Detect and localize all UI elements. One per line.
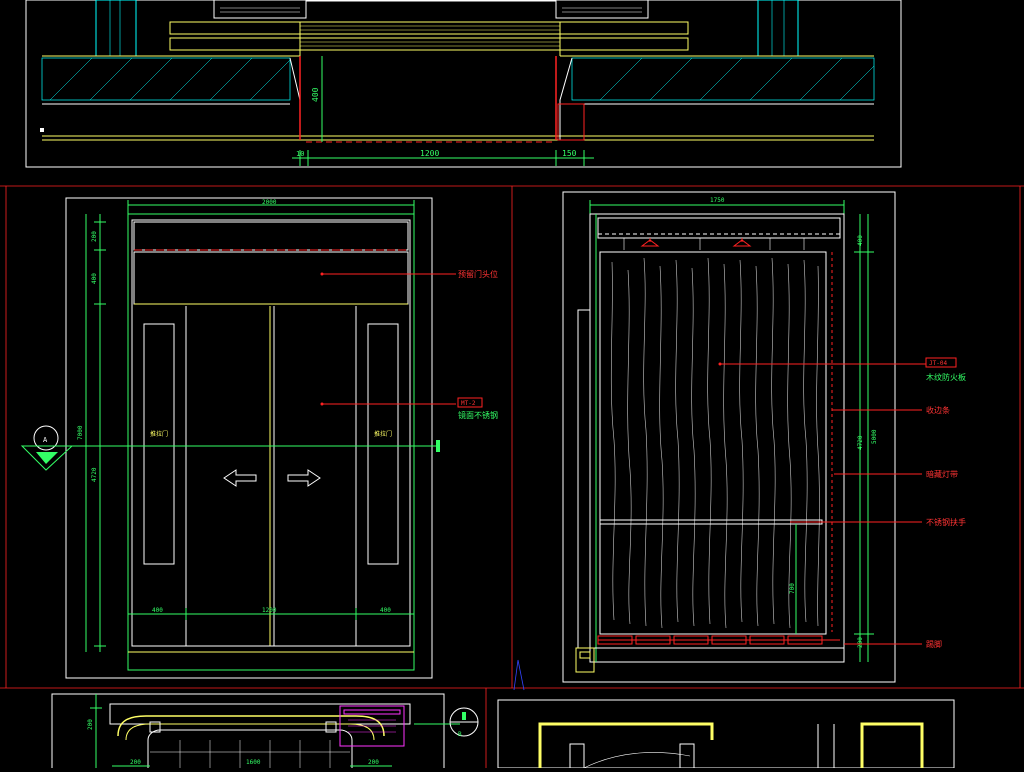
slab-right — [571, 57, 875, 101]
side-note-3: 暗藏灯带 — [926, 469, 958, 479]
front-elevation: 2000 推拉门 推拉门 A 200 400 4720 7000 400 120… — [20, 197, 498, 679]
stainless-handrail — [599, 519, 823, 525]
front-section-mark: A — [43, 436, 48, 444]
side-vdim-5: 200 — [857, 637, 864, 648]
arrow-right-icon — [287, 469, 321, 487]
yellow-frame-right — [860, 722, 924, 768]
bottom-right-elevation — [497, 699, 955, 769]
front-vdim-4: 7000 — [77, 425, 84, 440]
side-note-5: 踢脚 — [926, 639, 942, 649]
front-top-dim: 2000 — [262, 199, 277, 206]
front-bdim-2: 1200 — [262, 607, 277, 614]
track-upper — [169, 21, 689, 35]
detail-dim-3: 1600 — [246, 759, 261, 766]
door-leaf-right-plan — [555, 0, 649, 19]
detail-section-mark: B — [458, 731, 462, 738]
side-vdim-4: 700 — [789, 583, 796, 594]
dim-left-label: 10 — [296, 150, 304, 158]
front-vdim-3: 4720 — [91, 467, 98, 482]
front-vdim-1: 200 — [91, 231, 98, 242]
dim-depth-label: 400 — [311, 87, 320, 102]
front-note-1: 预留门头位 — [458, 269, 498, 279]
wall-column-left — [95, 0, 137, 57]
wall-column-right — [757, 0, 799, 57]
side-vdim-2: 4720 — [857, 435, 864, 450]
top-plan-view: 400 10 1200 150 — [25, 0, 902, 168]
handle-text-left: 推拉门 — [150, 430, 168, 438]
track-lower — [169, 37, 689, 51]
side-note-4: 不锈钢扶手 — [926, 517, 966, 527]
side-top-dim: 1750 — [710, 197, 725, 204]
side-vdim-1: 400 — [857, 235, 864, 246]
blue-reference-mark — [513, 659, 525, 691]
detail-dim-1: 200 — [87, 719, 94, 730]
dim-opening-label: 1200 — [420, 149, 439, 158]
transom-panel — [133, 221, 409, 251]
side-vdim-3: 5000 — [871, 429, 878, 444]
front-tag: MT-2 — [461, 400, 476, 407]
detail-dim-4: 200 — [368, 759, 379, 766]
door-frame-outer — [127, 213, 415, 671]
elevation-frame — [65, 197, 433, 679]
side-glass-left — [143, 323, 175, 565]
front-bdim-1: 400 — [152, 607, 163, 614]
cad-canvas: 400 10 1200 150 2000 推拉门 推拉门 A 200 400 4… — [0, 0, 1024, 772]
arrow-left-icon — [223, 469, 257, 487]
handle-text-right: 推拉门 — [374, 430, 392, 438]
yellow-frame-left — [538, 722, 714, 768]
section-frame — [562, 191, 896, 683]
side-section: 1750 400 4720 5000 700 200 JT-04 木纹防火板 收… — [562, 191, 966, 683]
side-tag: JT-04 — [929, 360, 947, 367]
cad-drawing-sheet: 400 10 1200 150 2000 推拉门 推拉门 A 200 400 4… — [0, 0, 1024, 772]
side-glass-right — [367, 323, 399, 565]
signage-reserve-panel — [133, 251, 409, 305]
front-vdim-2: 400 — [91, 273, 98, 284]
dim-right-label: 150 — [562, 149, 577, 158]
detail-dim-2: 200 — [130, 759, 141, 766]
plan-sheet-frame — [25, 0, 902, 168]
side-note-1: 木纹防火板 — [926, 372, 966, 382]
side-note-2: 收边条 — [926, 405, 950, 415]
wood-grain-panel — [599, 251, 827, 635]
wood-grain-lines — [610, 257, 820, 629]
front-note-2: 镜面不锈钢 — [458, 410, 498, 420]
door-leaf-left-plan — [213, 0, 307, 19]
bottom-detail-plan: 200 200 1600 200 B — [51, 693, 479, 772]
front-bdim-3: 400 — [380, 607, 391, 614]
